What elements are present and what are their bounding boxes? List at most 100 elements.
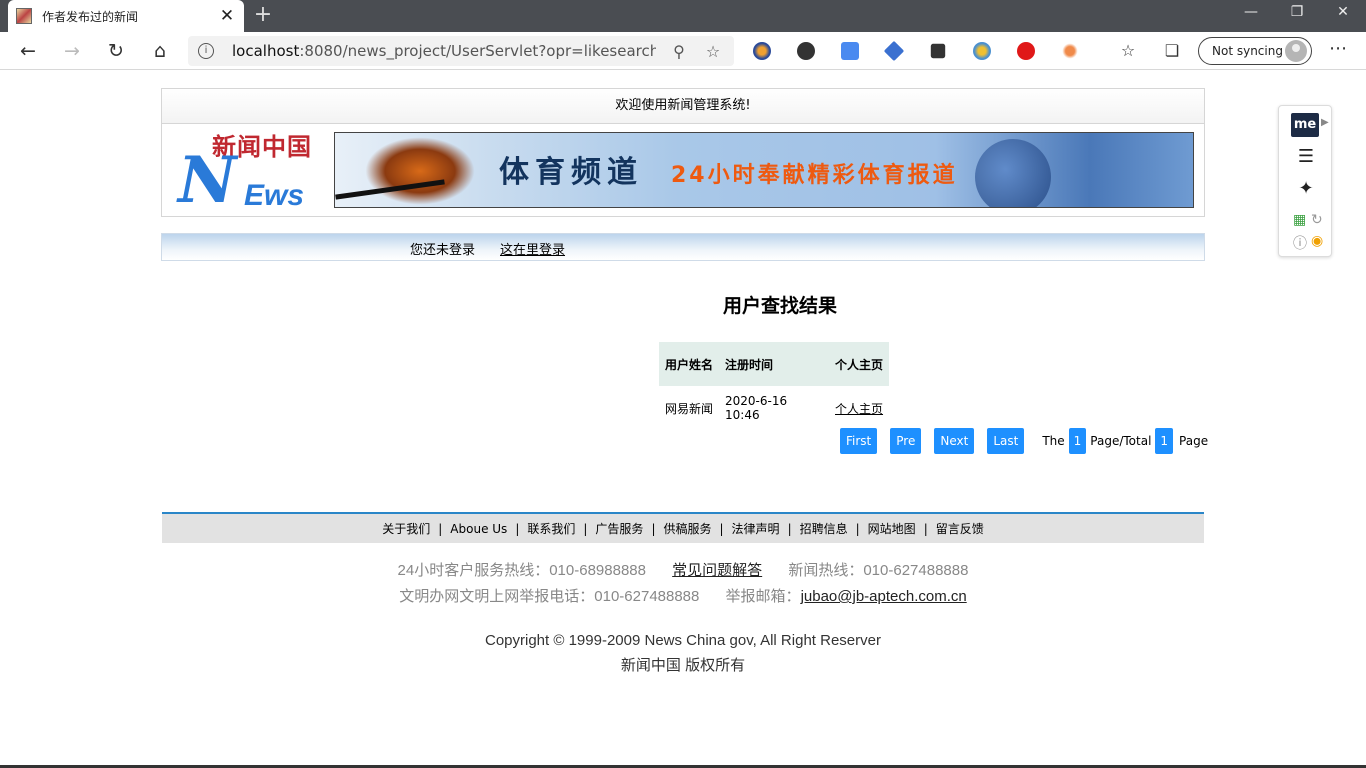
last-page-button[interactable]: Last	[987, 428, 1025, 454]
favorites-icon[interactable]: ☆	[1114, 37, 1142, 65]
column-header-time: 注册时间	[719, 342, 830, 386]
footer-link-submission[interactable]: 供稿服务	[663, 520, 711, 537]
footer-separator: |	[787, 521, 792, 536]
footer-separator: |	[719, 521, 724, 536]
footer-link-about-en[interactable]: Aboue Us	[450, 522, 507, 536]
tab-close-icon[interactable]: ✕	[218, 7, 236, 25]
footer-contact-info: 24小时客户服务热线：010-68988888 常见问题解答 新闻热线：010-…	[162, 558, 1204, 610]
extension-blue-diamond-icon[interactable]	[883, 40, 905, 62]
welcome-banner: 欢迎使用新闻管理系统!	[161, 88, 1205, 124]
news-hotline: 新闻热线：010-627488888	[788, 562, 969, 579]
pager-page-label: Page	[1179, 434, 1209, 448]
active-tab[interactable]: 作者发布过的新闻 ✕	[8, 0, 244, 32]
copyright-line-2: 新闻中国 版权所有	[620, 657, 746, 674]
footer-link-legal[interactable]: 法律声明	[732, 520, 780, 537]
me-logo-icon[interactable]: me	[1291, 113, 1319, 137]
footer-link-jobs[interactable]: 招聘信息	[800, 520, 848, 537]
hurdler-image	[365, 137, 475, 205]
forward-icon[interactable]: →	[58, 37, 86, 65]
pager-total-label: Page/Total	[1090, 434, 1152, 448]
table-header-row: 用户姓名 注册时间 个人主页	[659, 342, 890, 386]
results-table: 用户姓名 注册时间 个人主页 网易新闻 2020-6-16 10:46 个人主页	[659, 342, 890, 430]
home-icon[interactable]: ⌂	[146, 37, 174, 65]
faq-link[interactable]: 常见问题解答	[672, 562, 762, 579]
login-status-text: 您还未登录	[410, 243, 476, 258]
login-bar: 您还未登录 这在里登录	[161, 233, 1205, 261]
tab-strip: 作者发布过的新闻 ✕ + — ❐ ✕	[0, 0, 1366, 32]
column-header-homepage: 个人主页	[829, 342, 890, 386]
page-favicon-icon	[16, 8, 32, 24]
back-icon[interactable]: ←	[14, 37, 42, 65]
column-header-name: 用户姓名	[659, 342, 720, 386]
collections-icon[interactable]: ❏	[1158, 37, 1186, 65]
extension-red-shield-icon[interactable]	[1017, 42, 1035, 60]
refresh-icon[interactable]: ↻	[102, 37, 130, 65]
footer-separator: |	[855, 521, 860, 536]
footer-info-line-2: 文明办网文明上网举报电话：010-627488888 举报邮箱：jubao@jb…	[162, 584, 1204, 610]
extension-dark-circle-icon[interactable]	[797, 42, 815, 60]
copyright-line-1: Copyright © 1999-2009 News China gov, Al…	[485, 632, 881, 649]
footer-separator: |	[583, 521, 588, 536]
extension-translate-icon[interactable]	[841, 42, 859, 60]
hamburger-menu-icon[interactable]: ☰	[1279, 146, 1333, 167]
more-menu-icon[interactable]: ⋯	[1326, 37, 1350, 65]
favorite-star-icon[interactable]: ☆	[702, 42, 724, 61]
logo-ews-text: Ews	[244, 179, 305, 212]
footer-separator: |	[651, 521, 656, 536]
footer-link-feedback[interactable]: 留言反馈	[936, 520, 984, 537]
extension-compass-icon[interactable]	[973, 42, 991, 60]
prev-page-button[interactable]: Pre	[890, 428, 922, 454]
site-info-icon[interactable]: i	[198, 43, 214, 59]
next-page-button[interactable]: Next	[934, 428, 975, 454]
first-page-button[interactable]: First	[840, 428, 878, 454]
report-email-link[interactable]: jubao@jb-aptech.com.cn	[801, 588, 967, 605]
copyright: Copyright © 1999-2009 News China gov, Al…	[162, 628, 1204, 678]
minimize-icon[interactable]: —	[1228, 0, 1274, 32]
sports-channel-banner: 体育频道 24小时奉献精彩体育报道	[334, 132, 1194, 208]
cast-icon[interactable]: ▦	[1293, 212, 1306, 228]
new-tab-icon[interactable]: +	[252, 4, 274, 28]
cell-user-name: 网易新闻	[665, 401, 714, 416]
zoom-icon[interactable]: ⚲	[668, 42, 690, 61]
login-link[interactable]: 这在里登录	[500, 239, 565, 258]
report-email-label: 举报邮箱：	[725, 588, 801, 605]
current-page-number: 1	[1068, 428, 1087, 454]
expand-arrow-icon[interactable]: ▶	[1321, 117, 1329, 128]
footer-separator: |	[438, 521, 443, 536]
pagination: First Pre Next Last The 1 Page/Total 1 P…	[840, 428, 1212, 454]
header-banner: 新闻中国 N Ews 体育频道 24小时奉献精彩体育报道	[161, 123, 1205, 217]
restore-icon[interactable]: ❐	[1274, 0, 1320, 32]
footer-link-ads[interactable]: 广告服务	[595, 520, 643, 537]
side-extension-panel: me ▶ ☰ ✦ ▦ ↻ ⓘ ◉	[1278, 105, 1332, 257]
results-title: 用户查找结果	[722, 295, 837, 317]
sync-label: Not syncing	[1212, 44, 1283, 58]
footer-nav: 关于我们 | Aboue Us | 联系我们 | 广告服务 | 供稿服务 | 法律声明 | …	[162, 512, 1204, 543]
footer-link-about[interactable]: 关于我们	[382, 520, 430, 537]
address-bar[interactable]: i localhost:8080/news_project/UserServle…	[188, 36, 734, 66]
url-host: localhost	[232, 42, 300, 60]
url-path: :8080/news_project/UserServlet?opr=likes…	[299, 42, 656, 60]
alert-icon[interactable]: ⓘ	[1293, 233, 1307, 253]
extension-network-icon[interactable]	[1061, 42, 1079, 60]
url-text[interactable]: localhost:8080/news_project/UserServlet?…	[232, 42, 656, 60]
footer-separator: |	[515, 521, 520, 536]
table-row: 网易新闻 2020-6-16 10:46 个人主页	[659, 386, 889, 430]
profile-sync-button[interactable]: Not syncing	[1198, 37, 1312, 65]
logo-n-letter: N	[178, 143, 237, 218]
eye-icon[interactable]: ◉	[1311, 233, 1323, 249]
reload-small-icon[interactable]: ↻	[1311, 212, 1323, 228]
browser-toolbar: ← → ↻ ⌂ i localhost:8080/news_project/Us…	[0, 32, 1366, 70]
banner-title: 体育频道	[499, 155, 643, 190]
banner-subtitle: 24小时奉献精彩体育报道	[671, 163, 958, 188]
extension-x-icon[interactable]	[930, 43, 946, 59]
footer-link-sitemap[interactable]: 网站地图	[868, 520, 916, 537]
window-close-icon[interactable]: ✕	[1320, 0, 1366, 32]
footer-link-contact[interactable]: 联系我们	[527, 520, 575, 537]
avatar-icon	[1285, 40, 1307, 62]
cell-register-time: 2020-6-16 10:46	[725, 394, 788, 422]
footer-info-line-1: 24小时客户服务热线：010-68988888 常见问题解答 新闻热线：010-…	[162, 558, 1204, 584]
homepage-link[interactable]: 个人主页	[835, 402, 883, 416]
magic-wand-icon[interactable]: ✦	[1279, 178, 1333, 199]
total-page-number: 1	[1155, 428, 1174, 454]
extension-firefox-icon[interactable]	[753, 42, 771, 60]
